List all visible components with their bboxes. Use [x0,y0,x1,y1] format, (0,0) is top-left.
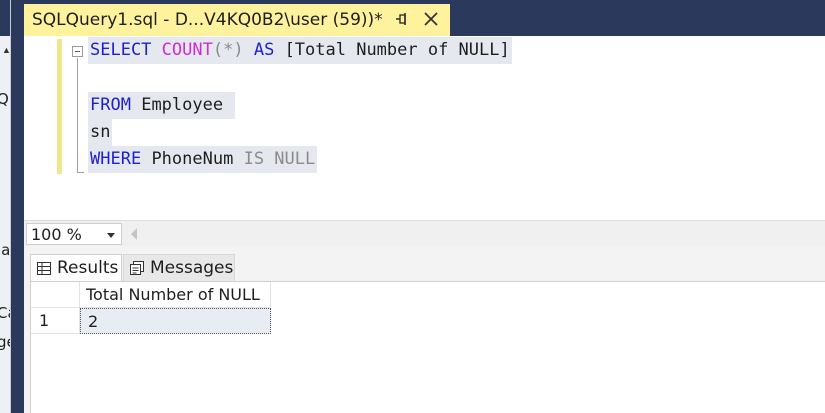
query-editor[interactable]: SELECT COUNT(*) AS [Total Number of NULL… [24,36,825,220]
scroll-left-arrow-icon[interactable] [131,228,137,240]
collapse-outline-icon[interactable] [72,46,83,57]
tab-results-label: Results [57,258,119,278]
grid-cell[interactable]: 2 [80,308,271,334]
column-header[interactable]: Total Number of NULL [80,282,271,308]
document-tab-title: SQLQuery1.sql - D...V4KQ0B2\user (59))* [32,10,383,30]
code-line-4[interactable]: sn [88,119,113,146]
zoom-value: 100 % [31,224,82,244]
zoom-bar: 100 % [24,220,825,246]
messages-icon [130,261,144,275]
change-tracking-bar [57,39,62,174]
code-line-3[interactable]: FROM Employee [88,92,236,119]
grid-icon [37,261,51,275]
tab-messages-label: Messages [150,258,234,278]
editor-margin [24,36,54,220]
close-icon[interactable] [422,9,440,29]
tab-results[interactable]: Results [30,254,122,281]
results-grid[interactable]: Total Number of NULL 1 2 [30,281,825,413]
chevron-down-icon[interactable] [107,233,115,238]
code-line-1[interactable]: SELECT COUNT(*) AS [Total Number of NULL… [88,37,512,64]
results-pane: Results Messages Total Number of NULL 1 … [24,246,825,413]
strip-fragment: la [0,241,11,259]
tab-messages[interactable]: Messages [123,254,235,281]
object-explorer-strip: ▲ QL la Ca ge [0,0,11,413]
scroll-up-arrow-icon[interactable]: ▲ [2,45,10,55]
strip-header [0,0,10,36]
strip-fragment: Ca [0,304,10,322]
strip-fragment: ge [0,333,10,351]
code-line-5[interactable]: WHERE PhoneNum IS NULL [88,146,318,173]
code-line-2[interactable] [88,64,92,91]
grid-corner[interactable] [31,282,80,308]
outline-guide-end [77,172,84,173]
document-tab[interactable]: SQLQuery1.sql - D...V4KQ0B2\user (59))* [24,4,450,36]
row-number[interactable]: 1 [31,308,80,334]
outline-guide [77,58,78,172]
pin-icon[interactable] [395,11,409,27]
zoom-select[interactable]: 100 % [26,223,122,245]
strip-fragment: QL [0,90,10,108]
